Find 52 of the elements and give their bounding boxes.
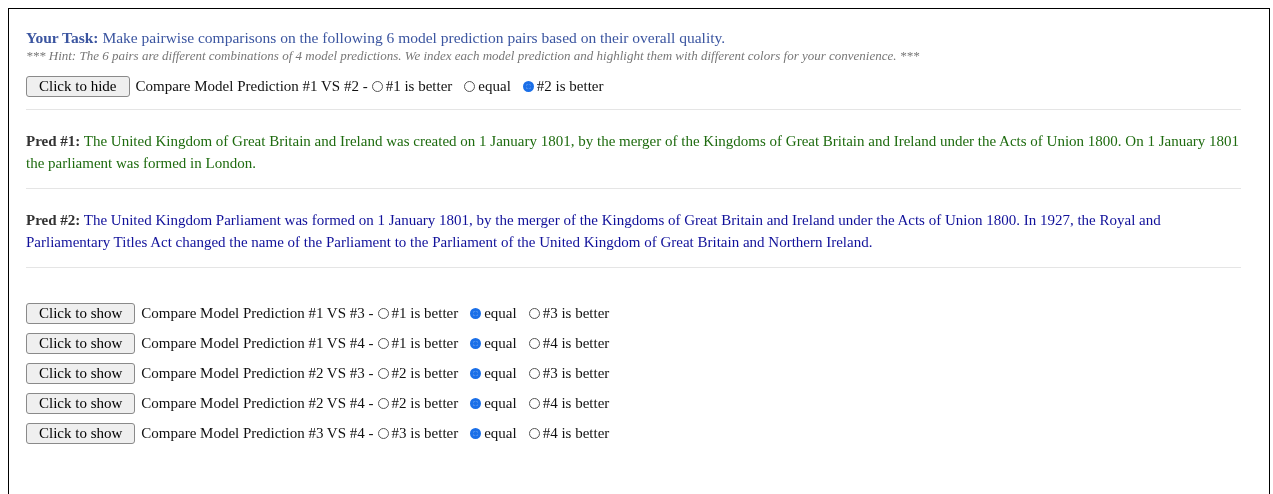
- radio-label[interactable]: #1 is better: [385, 77, 453, 95]
- toggle-button[interactable]: Click to show: [26, 362, 136, 384]
- radio-label[interactable]: equal: [478, 77, 511, 95]
- radio-label[interactable]: equal: [484, 334, 517, 352]
- comparison-prompt: Compare Model Prediction #1 VS #2 -: [135, 77, 368, 95]
- radio-button[interactable]: [470, 337, 482, 349]
- comparison-prompt: Compare Model Prediction #1 VS #3 -: [141, 304, 374, 322]
- radio-label[interactable]: equal: [484, 424, 517, 442]
- task-instruction: Your Task: Make pairwise comparisons on the following 6 model prediction pairs based on their overall quality.: [26, 29, 727, 47]
- radio-button[interactable]: [528, 367, 540, 379]
- hint-text: *** Hint: The 6 pairs are different combinations of 4 model predictions. We index each model prediction and highlight them with different colors for your convenience. ***: [26, 47, 921, 65]
- toggle-button[interactable]: Click to show: [26, 332, 136, 354]
- radio-label[interactable]: equal: [484, 364, 517, 382]
- radio-button[interactable]: [470, 397, 482, 409]
- radio-label[interactable]: #2 is better: [391, 364, 459, 382]
- radio-button[interactable]: [371, 80, 383, 92]
- toggle-button[interactable]: Click to show: [26, 302, 136, 324]
- radio-button[interactable]: [377, 397, 389, 409]
- toggle-button[interactable]: Click to hide: [26, 75, 130, 97]
- radio-label[interactable]: #2 is better: [391, 394, 459, 412]
- prediction-text: Pred #2: The United Kingdom Parliament was formed on 1 January 1801, by the merger of the Kingdoms of Great Britain and Ireland under the Acts of Union 1800. In 1927, the Royal and Parliamentary Titles Act changed the name of the Parliament to the Parliament of the United Kingdom of Great Britain and Northern Ireland.: [26, 211, 1162, 252]
- radio-label[interactable]: equal: [484, 394, 517, 412]
- radio-button[interactable]: [522, 80, 534, 92]
- toggle-button[interactable]: Click to show: [26, 422, 136, 444]
- radio-button[interactable]: [377, 367, 389, 379]
- comparison-prompt: Compare Model Prediction #3 VS #4 -: [141, 424, 374, 442]
- radio-label[interactable]: #1 is better: [391, 334, 459, 352]
- radio-label[interactable]: #4 is better: [542, 334, 610, 352]
- radio-button[interactable]: [528, 427, 540, 439]
- radio-label[interactable]: #4 is better: [542, 424, 610, 442]
- comparison-prompt: Compare Model Prediction #2 VS #4 -: [141, 394, 374, 412]
- radio-button[interactable]: [377, 427, 389, 439]
- radio-label[interactable]: #1 is better: [391, 304, 459, 322]
- radio-label[interactable]: #3 is better: [391, 424, 459, 442]
- radio-button[interactable]: [377, 337, 389, 349]
- radio-button[interactable]: [470, 307, 482, 319]
- radio-button[interactable]: [528, 307, 540, 319]
- comparison-prompt: Compare Model Prediction #1 VS #4 -: [141, 334, 374, 352]
- toggle-button[interactable]: Click to show: [26, 392, 136, 414]
- radio-label[interactable]: #3 is better: [542, 304, 610, 322]
- radio-label[interactable]: #2 is better: [536, 77, 604, 95]
- radio-label[interactable]: equal: [484, 304, 517, 322]
- prediction-text: Pred #1: The United Kingdom of Great Britain and Ireland was created on 1 January 1801, by the merger of the Kingdoms of Great Britain and Ireland under the Acts of Union 1800. On 1 January 1801 the parliament was formed in London.: [26, 132, 1241, 173]
- radio-button[interactable]: [464, 80, 476, 92]
- comparison-prompt: Compare Model Prediction #2 VS #3 -: [141, 364, 374, 382]
- radio-label[interactable]: #3 is better: [542, 364, 610, 382]
- radio-label[interactable]: #4 is better: [542, 394, 610, 412]
- radio-button[interactable]: [470, 427, 482, 439]
- radio-button[interactable]: [528, 397, 540, 409]
- radio-button[interactable]: [377, 307, 389, 319]
- radio-button[interactable]: [528, 337, 540, 349]
- radio-button[interactable]: [470, 367, 482, 379]
